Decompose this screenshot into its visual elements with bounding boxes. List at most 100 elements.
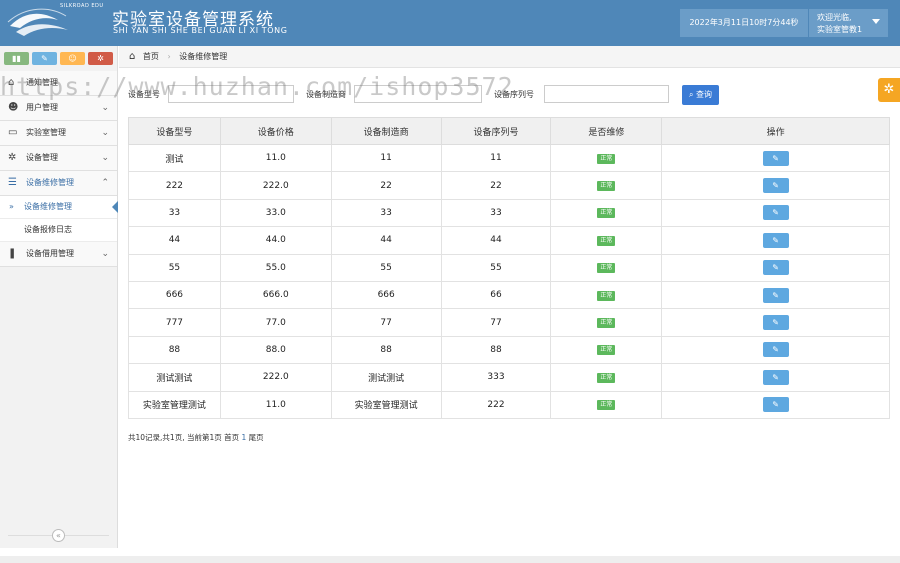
table-row: 测试测试 222.0 测试测试 333 正常 ✎ [128, 363, 890, 392]
cell-model: 44 [128, 226, 221, 255]
edit-icon[interactable]: ✎ [762, 178, 789, 194]
cell-status: 正常 [550, 390, 663, 419]
cell-model: 测试测试 [128, 363, 221, 392]
status-badge: 正常 [597, 181, 616, 192]
sidebar-item-label: 用户管理 [26, 103, 58, 112]
cell-status: 正常 [550, 171, 663, 200]
cell-actions: ✎ [661, 363, 890, 392]
status-badge: 正常 [597, 345, 616, 356]
last-page-link[interactable]: 尾页 [246, 433, 264, 442]
sidebar-item-borrow[interactable]: ❚ 设备借用管理 ⌄ [0, 242, 117, 267]
cell-model: 33 [128, 198, 221, 228]
cell-serial: 22 [440, 171, 552, 200]
pagination-summary: 共10记录,共1页, 当前第1页 首页 [128, 433, 242, 442]
cell-maker: 测试测试 [330, 363, 442, 392]
signal-icon[interactable]: ▮▮ [4, 52, 29, 65]
sidebar-subitem-label: 设备维修管理 [24, 202, 72, 211]
column-header: 设备序列号 [440, 117, 552, 145]
search-form: 设备型号 设备制造商 设备序列号 ⌕ 查询 [128, 85, 868, 107]
status-badge: 正常 [597, 208, 616, 219]
sidebar-item-equipment[interactable]: ✲ 设备管理 ⌄ [0, 146, 117, 171]
collapse-sidebar-button[interactable]: « [52, 529, 65, 542]
cell-serial: 11 [440, 143, 552, 173]
edit-icon[interactable]: ✎ [762, 315, 789, 331]
cell-actions: ✎ [661, 226, 890, 255]
table-row: 实验室管理测试 11.0 实验室管理测试 222 正常 ✎ [128, 390, 890, 419]
sidebar-item-label: 实验室管理 [26, 128, 66, 137]
chevron-up-icon: ⌃ [101, 178, 109, 188]
edit-icon[interactable]: ✎ [762, 260, 789, 276]
table-row: 33 33.0 33 33 正常 ✎ [128, 198, 890, 228]
cell-actions: ✎ [661, 143, 890, 173]
sidebar-item-repair[interactable]: ☰ 设备维修管理 ⌃ [0, 171, 117, 196]
cell-price: 11.0 [219, 390, 332, 419]
model-label: 设备型号 [128, 90, 160, 99]
model-input[interactable] [168, 85, 294, 103]
cogs-icon[interactable]: ✲ [88, 52, 113, 65]
pagination: 共10记录,共1页, 当前第1页 首页 1 尾页 [128, 432, 264, 443]
serial-input[interactable] [544, 85, 669, 103]
cell-model: 88 [128, 335, 221, 365]
cell-price: 11.0 [219, 143, 332, 173]
query-button[interactable]: ⌕ 查询 [682, 85, 719, 105]
maker-label: 设备制造商 [306, 90, 346, 99]
sidebar-subitem-repair-log[interactable]: 设备报修日志 [0, 219, 117, 242]
double-angle-right-icon: » [9, 202, 14, 211]
status-badge: 正常 [597, 318, 616, 329]
logo [7, 8, 68, 36]
table-row: 666 666.0 666 66 正常 ✎ [128, 280, 890, 310]
cell-price: 88.0 [219, 335, 332, 365]
maker-input[interactable] [354, 85, 482, 103]
datetime-display: 2022年3月11日10时7分44秒 [680, 9, 808, 37]
cell-serial: 77 [440, 308, 552, 337]
edit-icon[interactable]: ✎ [762, 369, 789, 385]
edit-icon[interactable]: ✎ [762, 397, 789, 413]
column-header: 设备价格 [219, 117, 332, 145]
cell-actions: ✎ [661, 280, 890, 310]
users-icon[interactable]: ☺ [60, 52, 85, 65]
column-header: 是否维修 [550, 117, 663, 145]
table-row: 777 77.0 77 77 正常 ✎ [128, 308, 890, 337]
cell-model: 实验室管理测试 [128, 390, 221, 419]
cell-maker: 77 [330, 308, 442, 337]
list-icon: ☰ [8, 177, 17, 188]
status-badge: 正常 [597, 372, 616, 383]
status-badge: 正常 [597, 290, 616, 301]
edit-icon[interactable]: ✎ [762, 342, 789, 358]
breadcrumb-current: 设备维修管理 [179, 52, 228, 61]
cell-maker: 88 [330, 335, 442, 365]
table-row: 测试 11.0 11 11 正常 ✎ [128, 143, 890, 173]
sidebar-item-notice[interactable]: ⌂ 通知管理 [0, 71, 117, 96]
sidebar-item-label: 设备管理 [26, 153, 58, 162]
cell-price: 44.0 [219, 226, 332, 255]
sidebar-item-users[interactable]: ☻ 用户管理 ⌄ [0, 96, 117, 121]
table-row: 222 222.0 22 22 正常 ✎ [128, 171, 890, 200]
cell-maker: 33 [330, 198, 442, 228]
system-subtitle: SHI YAN SHI SHE BEI GUAN LI XI TONG [113, 26, 288, 35]
top-header: SILKROAD EDU 实验室设备管理系统 SHI YAN SHI SHE B… [0, 0, 900, 46]
repair-table: 设备型号 设备价格 设备制造商 设备序列号 是否维修 操作 测试 11.0 11 11… [128, 117, 890, 419]
user-menu[interactable]: 欢迎光临, 实验室管教1 [809, 9, 888, 37]
cell-serial: 55 [440, 253, 552, 282]
settings-gear-icon[interactable]: ✲ [878, 78, 900, 102]
edit-icon[interactable]: ✎ [762, 205, 789, 221]
sidebar-subitem-repair-manage[interactable]: » 设备维修管理 [0, 196, 118, 219]
cell-price: 77.0 [219, 308, 332, 337]
chevron-down-icon: ⌄ [101, 153, 109, 163]
chevron-down-icon: ⌄ [101, 128, 109, 138]
cell-model: 55 [128, 253, 221, 282]
breadcrumb-home[interactable]: 首页 [143, 52, 159, 61]
sidebar-item-labs[interactable]: ▭ 实验室管理 ⌄ [0, 121, 117, 146]
cell-status: 正常 [550, 308, 663, 337]
edit-icon[interactable]: ✎ [762, 232, 789, 248]
pencil-icon[interactable]: ✎ [32, 52, 57, 65]
cell-maker: 22 [330, 171, 442, 200]
cell-price: 33.0 [219, 198, 332, 228]
edit-icon[interactable]: ✎ [762, 287, 789, 303]
cell-maker: 44 [330, 226, 442, 255]
table-row: 55 55.0 55 55 正常 ✎ [128, 253, 890, 282]
sidebar-item-label: 通知管理 [26, 78, 58, 87]
cell-status: 正常 [550, 198, 663, 228]
cell-serial: 88 [440, 335, 552, 365]
edit-icon[interactable]: ✎ [762, 150, 789, 166]
